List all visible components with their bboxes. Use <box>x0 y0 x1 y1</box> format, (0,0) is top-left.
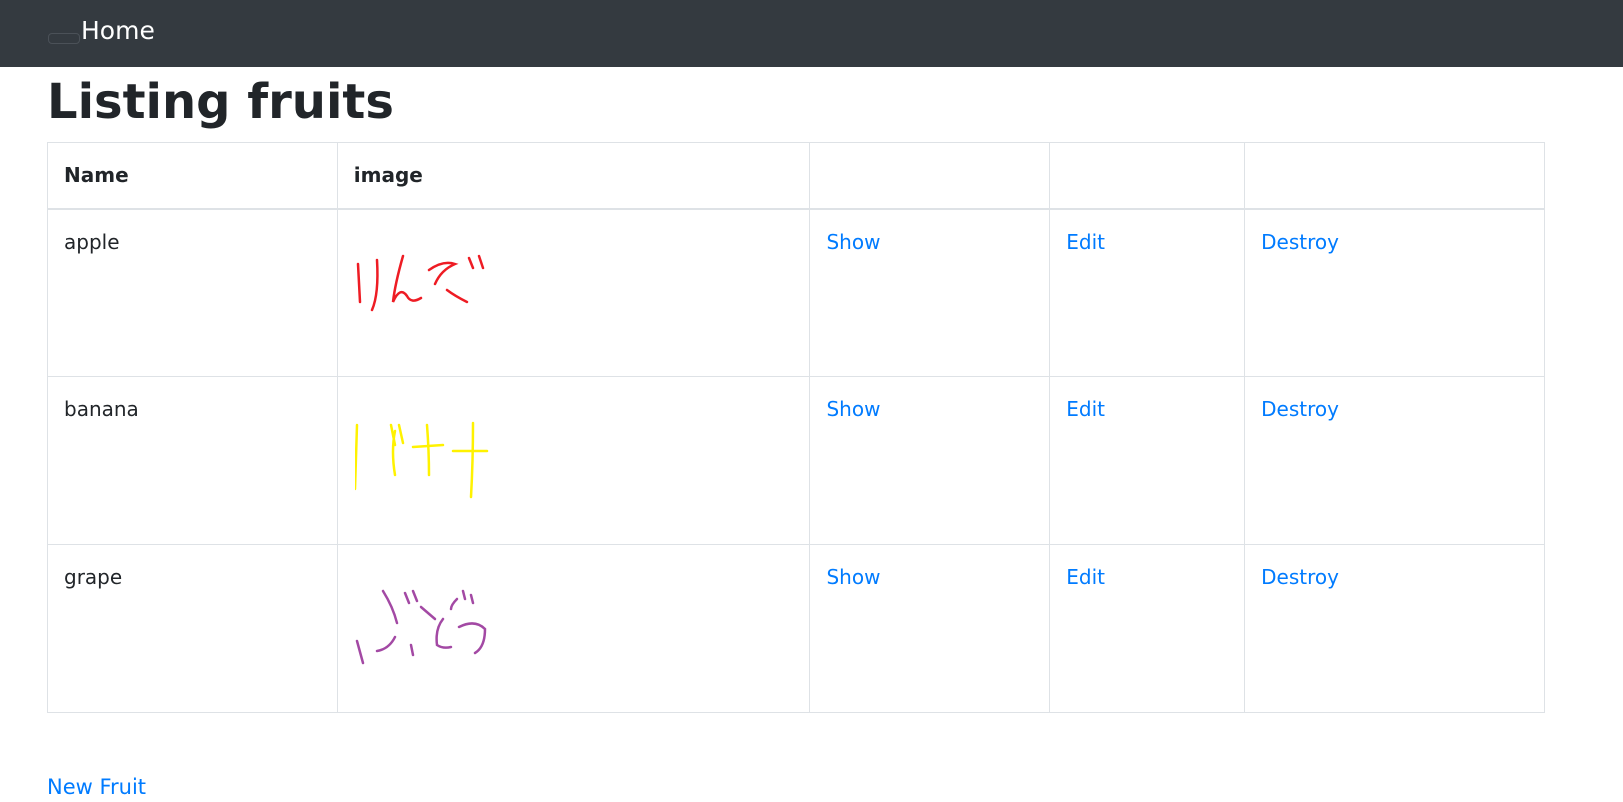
new-fruit-link[interactable]: New Fruit <box>47 773 146 801</box>
column-header-edit <box>1049 142 1246 210</box>
fruit-image-cell <box>336 208 811 377</box>
show-link[interactable]: Show <box>826 397 880 421</box>
table-row: banana Show Edit Destroy <box>47 376 1545 545</box>
show-cell: Show <box>809 376 1051 545</box>
top-navbar: Home <box>0 0 1623 67</box>
table-row: grape Show Edit Destroy <box>47 544 1545 713</box>
edit-cell: Edit <box>1049 208 1246 377</box>
destroy-cell: Destroy <box>1244 376 1545 545</box>
page-title: Listing fruits <box>47 74 394 130</box>
fruit-image-cell <box>336 544 811 713</box>
fruit-name-cell: apple <box>47 208 338 377</box>
destroy-link[interactable]: Destroy <box>1261 230 1339 254</box>
destroy-link[interactable]: Destroy <box>1261 565 1339 589</box>
column-header-show <box>809 142 1051 210</box>
edit-link[interactable]: Edit <box>1066 397 1105 421</box>
destroy-link[interactable]: Destroy <box>1261 397 1339 421</box>
fruit-name-cell: banana <box>47 376 338 545</box>
column-header-destroy <box>1244 142 1545 210</box>
show-link[interactable]: Show <box>826 230 880 254</box>
show-link[interactable]: Show <box>826 565 880 589</box>
edit-cell: Edit <box>1049 376 1246 545</box>
fruit-name-cell: grape <box>47 544 338 713</box>
fruit-image-cell <box>336 376 811 545</box>
column-header-image: image <box>336 142 811 210</box>
fruit-drawing-image <box>355 589 487 665</box>
show-cell: Show <box>809 544 1051 713</box>
fruit-drawing-image <box>356 254 485 311</box>
destroy-cell: Destroy <box>1244 544 1545 713</box>
table-row: apple Show Edit Destroy <box>47 208 1545 377</box>
navbar-toggler-button[interactable] <box>48 33 80 44</box>
nav-home-link[interactable]: Home <box>81 14 155 48</box>
table-header-row: Name image <box>47 142 1545 210</box>
column-header-name: Name <box>47 142 338 210</box>
fruit-drawing-image <box>354 421 489 499</box>
edit-link[interactable]: Edit <box>1066 565 1105 589</box>
fruits-table: Name image apple Show Edit Destroy banan… <box>47 142 1545 713</box>
edit-link[interactable]: Edit <box>1066 230 1105 254</box>
destroy-cell: Destroy <box>1244 208 1545 377</box>
edit-cell: Edit <box>1049 544 1246 713</box>
show-cell: Show <box>809 208 1051 377</box>
